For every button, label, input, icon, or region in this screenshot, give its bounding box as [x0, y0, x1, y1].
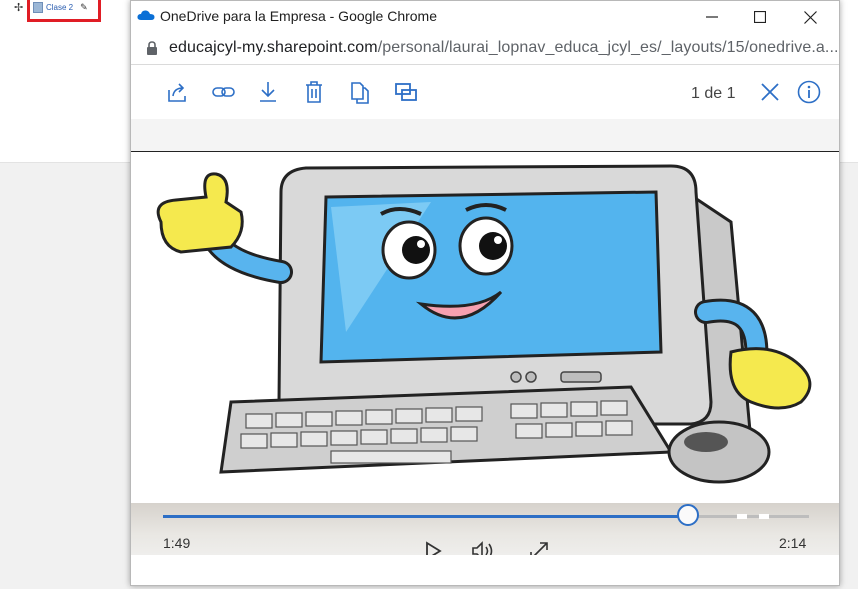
- viewer-footer: [131, 555, 839, 585]
- progress-marker: [737, 514, 747, 519]
- cartoon-computer-image: [156, 164, 812, 484]
- download-button[interactable]: [255, 79, 281, 105]
- url-path: /personal/laurai_lopnav_educa_jcyl_es/_l…: [377, 39, 839, 56]
- info-icon: [797, 80, 821, 104]
- progress-track[interactable]: [163, 504, 809, 526]
- copy-button[interactable]: [347, 79, 373, 105]
- window-title: OneDrive para la Empresa - Google Chrome: [160, 8, 438, 24]
- minimize-button[interactable]: [689, 3, 735, 31]
- copy-icon: [351, 82, 369, 104]
- current-time: 1:49: [163, 535, 191, 551]
- move-button[interactable]: [393, 79, 419, 105]
- copy-link-button[interactable]: [211, 79, 237, 105]
- maximize-button[interactable]: [737, 3, 783, 31]
- close-icon: [761, 83, 779, 101]
- close-viewer-button[interactable]: [757, 79, 783, 105]
- close-window-button[interactable]: [787, 3, 833, 31]
- page-count: 1 de 1: [691, 85, 736, 102]
- minimize-icon: [706, 16, 718, 18]
- progress-marker: [759, 514, 769, 519]
- media-preview[interactable]: [131, 151, 839, 505]
- share-icon: [168, 83, 186, 102]
- close-icon: [803, 10, 817, 24]
- clase-link-label: Clase 2: [46, 3, 74, 12]
- progress-knob[interactable]: [677, 504, 700, 526]
- viewer-header-strip: [131, 119, 839, 151]
- viewer-toolbar: 1 de 1: [131, 65, 839, 119]
- chrome-popup-window: OneDrive para la Empresa - Google Chrome…: [130, 0, 840, 586]
- share-button[interactable]: [165, 79, 191, 105]
- onedrive-cloud-icon: [137, 10, 155, 20]
- delete-button[interactable]: [301, 79, 327, 105]
- url-host: educajcyl-my.sharepoint.com: [169, 39, 378, 56]
- edit-pencil-icon[interactable]: ✎: [80, 2, 88, 13]
- move-handle-icon[interactable]: ✢: [14, 1, 23, 14]
- delete-icon: [306, 81, 322, 103]
- title-bar[interactable]: OneDrive para la Empresa - Google Chrome: [131, 1, 839, 32]
- download-icon: [260, 82, 276, 102]
- move-icon: [395, 83, 417, 101]
- url-text[interactable]: educajcyl-my.sharepoint.com/personal/lau…: [169, 39, 839, 57]
- address-bar[interactable]: educajcyl-my.sharepoint.com/personal/lau…: [131, 32, 839, 65]
- progress-fill: [163, 515, 689, 518]
- clase-link[interactable]: Clase 2 ✎: [33, 2, 88, 13]
- file-icon: [33, 2, 43, 13]
- info-button[interactable]: [796, 79, 822, 105]
- maximize-icon: [754, 11, 766, 23]
- total-time: 2:14: [779, 535, 807, 551]
- lock-icon[interactable]: [145, 41, 159, 55]
- link-icon: [212, 87, 235, 97]
- video-controls: 1:49 2:14: [131, 503, 839, 561]
